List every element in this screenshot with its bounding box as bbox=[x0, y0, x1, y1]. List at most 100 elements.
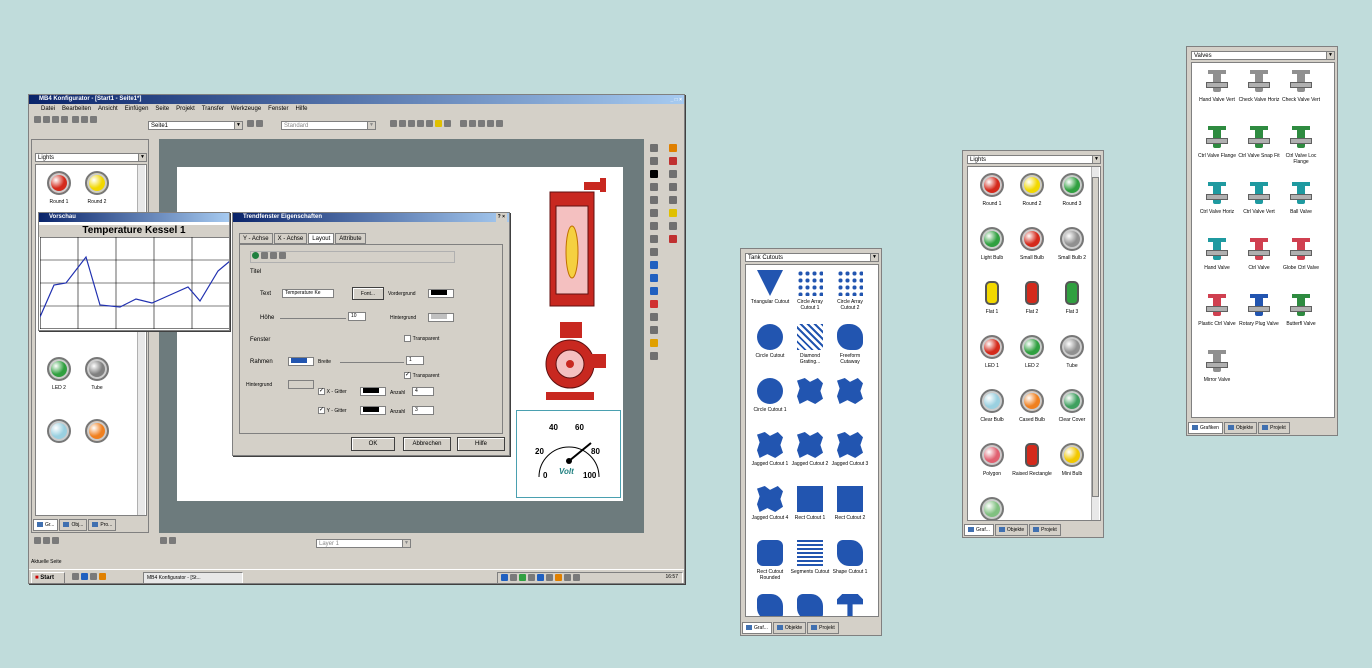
palette-item[interactable]: Rect Cutout Rounded bbox=[750, 539, 790, 589]
palette-item[interactable]: LED 2 bbox=[1012, 333, 1052, 383]
globe-icon[interactable] bbox=[252, 252, 259, 259]
draw-tool-icon[interactable] bbox=[650, 222, 658, 230]
quick-launch-icon-3[interactable] bbox=[90, 573, 97, 580]
palette-item[interactable]: Round 2 bbox=[1012, 171, 1052, 221]
palette-item[interactable]: Rotary Plug Valve bbox=[1238, 291, 1280, 343]
palette-item[interactable]: Small Bulb bbox=[1012, 225, 1052, 275]
tray-icon[interactable] bbox=[510, 574, 517, 581]
palette-item[interactable]: Ctrl Valve bbox=[1238, 235, 1280, 287]
quick-launch-icon-2[interactable] bbox=[81, 573, 88, 580]
transfer-icon-4[interactable] bbox=[486, 120, 494, 127]
valves-palette-combo[interactable]: Valves ▼ bbox=[1191, 51, 1335, 60]
left-palette-combo[interactable]: Lights ▼ bbox=[35, 153, 147, 162]
palette-item[interactable]: Diamond Grating... bbox=[790, 323, 830, 373]
palette-item[interactable]: Clear Bulb bbox=[972, 387, 1012, 437]
align-right-icon[interactable] bbox=[279, 252, 286, 259]
palette-item[interactable]: Flat 1 bbox=[972, 279, 1012, 329]
object-tool-icon[interactable] bbox=[669, 235, 677, 243]
draw-tool-icon[interactable] bbox=[650, 170, 658, 178]
palette-tab[interactable]: Pro... bbox=[88, 519, 117, 531]
object-tool-icon[interactable] bbox=[669, 196, 677, 204]
fill-color-icon[interactable] bbox=[169, 537, 176, 544]
palette-item[interactable]: Check Valve Horiz bbox=[1238, 67, 1280, 119]
palette-item[interactable]: Tube bbox=[78, 355, 116, 401]
tray-icon[interactable] bbox=[573, 574, 580, 581]
boiler-graphic[interactable] bbox=[540, 178, 616, 314]
ok-button[interactable]: OK bbox=[351, 437, 395, 451]
menu-item[interactable]: Bearbeiten bbox=[62, 104, 91, 114]
palette-item[interactable]: Butterfl Valve bbox=[1280, 291, 1322, 343]
y-grid-count[interactable]: 3 bbox=[412, 406, 434, 415]
x-grid-color-picker[interactable] bbox=[360, 387, 386, 396]
dialog-tab[interactable]: Attribute bbox=[335, 233, 366, 244]
palette-tab[interactable]: Objekte bbox=[1223, 422, 1258, 434]
tray-icon[interactable] bbox=[519, 574, 526, 581]
transfer-icon-2[interactable] bbox=[468, 120, 476, 127]
palette-item[interactable]: Flat 3 bbox=[1052, 279, 1092, 329]
palette-item[interactable]: Shape Cutout 2 bbox=[750, 593, 790, 616]
tray-icon[interactable] bbox=[564, 574, 571, 581]
palette-item[interactable]: Mirror Valve bbox=[1196, 347, 1238, 399]
dialog-controls[interactable]: ? × bbox=[495, 213, 507, 222]
lights-palette-combo[interactable]: Lights ▼ bbox=[967, 155, 1101, 164]
palette-item[interactable] bbox=[790, 377, 830, 427]
menu-item[interactable]: Werkzeuge bbox=[231, 104, 261, 114]
transparent-checkbox-1[interactable]: Transparent bbox=[404, 335, 439, 342]
draw-tool-icon[interactable] bbox=[650, 287, 658, 295]
lights-palette-scrollbar[interactable] bbox=[1091, 167, 1099, 520]
menu-item[interactable]: Einfügen bbox=[125, 104, 149, 114]
palette-item[interactable]: Round 1 bbox=[972, 171, 1012, 221]
palette-item[interactable]: Circle Cutout bbox=[750, 323, 790, 373]
tank-palette-combo[interactable]: Tank Cutouts ▼ bbox=[745, 253, 879, 262]
x-grid-count[interactable]: 4 bbox=[412, 387, 434, 396]
palette-item[interactable]: Freeform Cutaway bbox=[830, 323, 870, 373]
menu-item[interactable]: Hilfe bbox=[296, 104, 308, 114]
palette-item[interactable]: Ctrl Valve Loc Flange bbox=[1280, 123, 1322, 175]
frame-color-picker[interactable] bbox=[288, 357, 314, 366]
transfer-icon-5[interactable] bbox=[495, 120, 503, 127]
draw-tool-icon[interactable] bbox=[650, 196, 658, 204]
draw-tool-icon[interactable] bbox=[650, 209, 658, 217]
palette-item[interactable]: Plastic Ctrl Valve bbox=[1196, 291, 1238, 343]
draw-tool-icon[interactable] bbox=[650, 144, 658, 152]
tray-icon[interactable] bbox=[528, 574, 535, 581]
palette-tab[interactable]: Graf... bbox=[742, 622, 772, 634]
y-grid-color-picker[interactable] bbox=[360, 406, 386, 415]
palette-item[interactable]: Round 1 bbox=[40, 169, 78, 215]
palette-item[interactable]: Ctrl Valve Horiz bbox=[1196, 179, 1238, 231]
object-tool-icon[interactable] bbox=[669, 222, 677, 230]
object-tool-icon[interactable] bbox=[669, 183, 677, 191]
palette-item[interactable] bbox=[78, 417, 116, 463]
draw-tool-icon[interactable] bbox=[650, 313, 658, 321]
checkbox[interactable]: ✓ bbox=[318, 407, 325, 414]
tool-icon-5[interactable] bbox=[426, 120, 433, 127]
tool-icon-4[interactable] bbox=[417, 120, 424, 127]
palette-item[interactable] bbox=[830, 377, 870, 427]
x-grid-checkbox[interactable]: ✓ X - Gitter bbox=[318, 388, 347, 395]
checkbox[interactable]: ✓ bbox=[318, 388, 325, 395]
dialog-tab[interactable]: Y - Achse bbox=[239, 233, 273, 244]
object-tool-icon[interactable] bbox=[669, 157, 677, 165]
palette-item[interactable]: Circle Array Cutout 2 bbox=[830, 269, 870, 319]
draw-tool-icon[interactable] bbox=[650, 235, 658, 243]
menu-item[interactable]: Fenster bbox=[268, 104, 288, 114]
palette-item[interactable]: Shape Cutout 4 bbox=[830, 593, 870, 616]
menu-item[interactable]: Projekt bbox=[176, 104, 195, 114]
palette-item[interactable]: Segments Cutout bbox=[790, 539, 830, 589]
palette-item[interactable]: Light Bulb bbox=[972, 225, 1012, 275]
bulb-icon[interactable] bbox=[435, 120, 442, 127]
cancel-button[interactable]: Abbrechen bbox=[403, 437, 451, 451]
palette-item[interactable]: Tube bbox=[1052, 333, 1092, 383]
palette-item[interactable]: Ctrl Valve Flange bbox=[1196, 123, 1238, 175]
open-icon[interactable] bbox=[43, 116, 50, 123]
palette-item[interactable]: Triangular Cutout bbox=[750, 269, 790, 319]
breite-input[interactable]: 1 bbox=[406, 356, 424, 365]
palette-item[interactable]: Circle Array Cutout 1 bbox=[790, 269, 830, 319]
tool-icon-3[interactable] bbox=[408, 120, 415, 127]
style-combo[interactable]: Standard ▼ bbox=[281, 121, 376, 130]
hoehe-input[interactable]: 10 bbox=[348, 312, 366, 321]
palette-tab[interactable]: Objekte bbox=[994, 524, 1029, 536]
help-icon[interactable] bbox=[444, 120, 451, 127]
palette-item[interactable]: Ctrl Valve Vert bbox=[1238, 179, 1280, 231]
palette-item[interactable]: Small Bulb 2 bbox=[1052, 225, 1092, 275]
